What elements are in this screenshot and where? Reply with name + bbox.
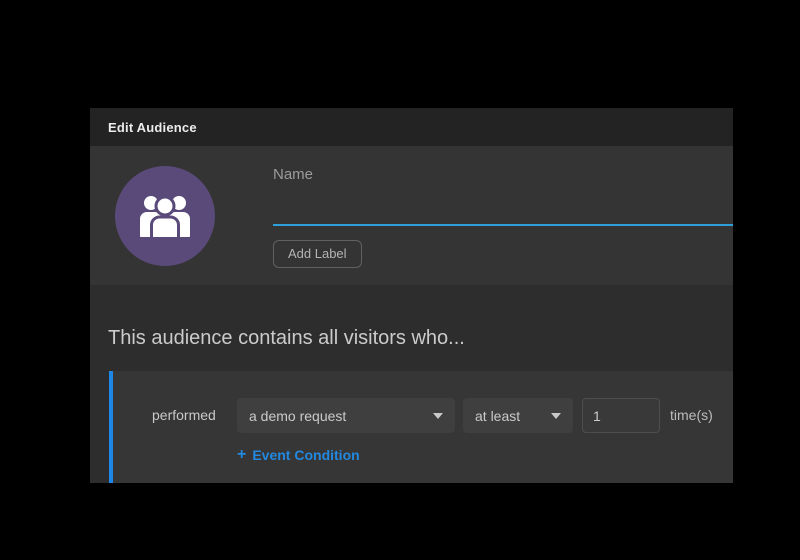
- group-icon: [134, 191, 196, 242]
- profile-section: Name Add Label: [90, 146, 733, 285]
- audience-definition-heading: This audience contains all visitors who.…: [108, 327, 465, 350]
- count-input[interactable]: [582, 398, 660, 433]
- comparator-dropdown-value: at least: [475, 408, 520, 424]
- comparator-dropdown[interactable]: at least: [463, 398, 573, 433]
- add-event-condition-link[interactable]: + Event Condition: [237, 447, 360, 463]
- add-event-condition-label: Event Condition: [252, 447, 359, 463]
- audience-avatar: [115, 166, 215, 266]
- condition-block: performed a demo request at least time(s…: [109, 371, 733, 483]
- condition-suffix-label: time(s): [670, 398, 713, 433]
- edit-audience-modal: Edit Audience: [90, 108, 733, 483]
- chevron-down-icon: [551, 413, 561, 419]
- condition-card: performed a demo request at least time(s…: [113, 371, 733, 483]
- plus-icon: +: [237, 447, 246, 463]
- modal-title: Edit Audience: [108, 120, 197, 135]
- definition-section: This audience contains all visitors who.…: [90, 285, 733, 483]
- chevron-down-icon: [433, 413, 443, 419]
- event-dropdown-value: a demo request: [249, 408, 346, 424]
- condition-prefix-label: performed: [152, 398, 216, 433]
- name-field-label: Name: [273, 166, 313, 183]
- name-input[interactable]: [273, 192, 733, 226]
- add-label-button[interactable]: Add Label: [273, 240, 362, 268]
- modal-titlebar: Edit Audience: [90, 108, 733, 146]
- event-dropdown[interactable]: a demo request: [237, 398, 455, 433]
- screen-background: Edit Audience: [0, 0, 800, 560]
